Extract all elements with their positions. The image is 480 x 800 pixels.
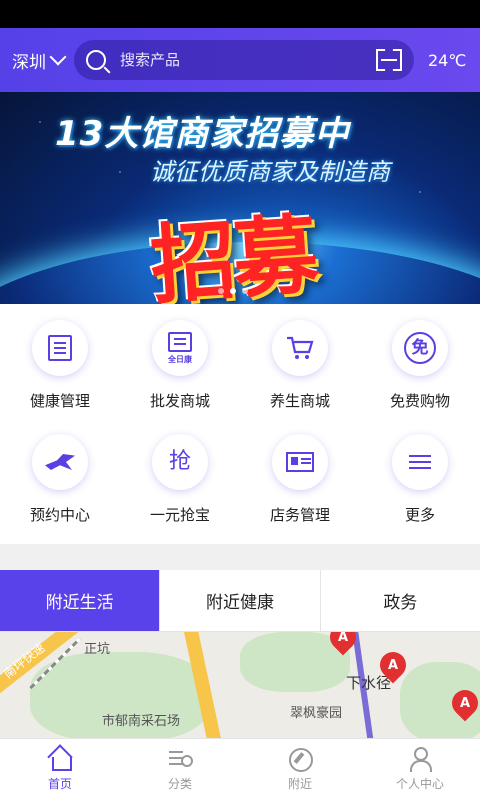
service-icon-circle: 免 xyxy=(392,320,448,376)
service-label: 养生商城 xyxy=(269,392,330,410)
compass-icon xyxy=(287,747,313,772)
tab-nearby-health[interactable]: 附近健康 xyxy=(160,570,321,631)
nav-category[interactable]: 分类 xyxy=(120,739,240,800)
tab-government-affairs[interactable]: 政务 xyxy=(320,570,480,631)
free-icon: 免 xyxy=(404,332,436,364)
search-icon xyxy=(86,50,106,70)
service-one-yuan-grab[interactable]: 抢 一元抢宝 xyxy=(120,434,240,548)
category-icon xyxy=(167,747,193,771)
nav-nearby[interactable]: 附近 xyxy=(240,739,360,800)
service-label: 批发商城 xyxy=(149,392,210,410)
banner-title: 13大馆商家招募中 xyxy=(55,114,350,154)
search-bar[interactable] xyxy=(74,40,414,80)
home-icon xyxy=(47,747,73,771)
banner-dot[interactable] xyxy=(218,288,224,294)
cart-icon xyxy=(287,336,314,359)
top-bar: 深圳 24℃ xyxy=(0,28,480,92)
service-label: 健康管理 xyxy=(29,392,90,410)
status-bar xyxy=(0,0,480,28)
banner-pagination xyxy=(218,288,248,294)
section-divider xyxy=(0,544,480,570)
banner-subtitle: 诚征优质商家及制造商 xyxy=(150,158,390,186)
user-icon xyxy=(407,747,433,772)
service-appointment-center[interactable]: 预约中心 xyxy=(0,434,120,548)
service-label: 免费购物 xyxy=(389,392,450,410)
service-icon-circle: 抢 xyxy=(152,434,208,490)
service-icon-circle xyxy=(392,434,448,490)
map-pin-icon[interactable]: A xyxy=(374,646,412,684)
map-place-label: 市郁南采石场 xyxy=(102,714,181,729)
nav-profile[interactable]: 个人中心 xyxy=(360,739,480,800)
weather-temperature: 24℃ xyxy=(428,50,467,70)
nav-label: 分类 xyxy=(167,777,192,791)
service-label: 预约中心 xyxy=(29,506,90,524)
service-icon-circle xyxy=(32,320,88,376)
wholesale-icon xyxy=(168,331,192,352)
service-wellness-mall[interactable]: 养生商城 xyxy=(240,320,360,434)
document-icon xyxy=(48,335,72,361)
service-label: 更多 xyxy=(404,506,435,524)
service-icon-circle xyxy=(272,320,328,376)
bottom-navigation: 首页 分类 附近 个人中心 xyxy=(0,738,480,800)
nav-label: 首页 xyxy=(47,777,72,791)
promo-banner[interactable]: 13大馆商家招募中 诚征优质商家及制造商 招募 xyxy=(0,92,480,304)
service-health-management[interactable]: 健康管理 xyxy=(0,320,120,434)
service-label: 一元抢宝 xyxy=(149,506,210,524)
service-store-management[interactable]: 店务管理 xyxy=(240,434,360,548)
tab-nearby-life[interactable]: 附近生活 xyxy=(0,570,161,631)
city-selector[interactable]: 深圳 xyxy=(12,48,67,73)
service-free-shopping[interactable]: 免 免费购物 xyxy=(360,320,480,434)
search-input[interactable] xyxy=(120,51,376,69)
map-place-label: 翠枫豪园 xyxy=(290,706,343,721)
map-pin-icon[interactable]: A xyxy=(446,684,480,722)
service-grid: 健康管理 全日康 批发商城 养生商城 免 免费购物 预约中心 抢 一元抢宝 店务… xyxy=(0,304,480,544)
scan-icon[interactable] xyxy=(376,49,402,71)
banner-dot-active[interactable] xyxy=(230,288,236,294)
nav-label: 附近 xyxy=(287,777,312,791)
service-icon-circle: 全日康 xyxy=(152,320,208,376)
list-icon xyxy=(409,451,431,473)
nav-label: 个人中心 xyxy=(395,777,444,791)
wholesale-icon-text: 全日康 xyxy=(168,354,192,364)
banner-dot[interactable] xyxy=(242,288,248,294)
chevron-down-icon xyxy=(49,48,67,66)
appointment-icon xyxy=(45,454,75,470)
service-more[interactable]: 更多 xyxy=(360,434,480,548)
grab-icon: 抢 xyxy=(168,449,191,474)
nav-home[interactable]: 首页 xyxy=(0,739,120,800)
nearby-map[interactable]: 南坪快速 正坑 市郁南采石场 下水径 翠枫豪园 A A A xyxy=(0,632,480,738)
service-icon-circle xyxy=(32,434,88,490)
service-wholesale-mall[interactable]: 全日康 批发商城 xyxy=(120,320,240,434)
city-label: 深圳 xyxy=(12,52,46,73)
nearby-tabs: 附近生活 附近健康 政务 xyxy=(0,570,480,632)
service-label: 店务管理 xyxy=(269,506,330,524)
service-icon-circle xyxy=(272,434,328,490)
store-card-icon xyxy=(286,452,314,472)
map-place-label: 正坑 xyxy=(84,642,111,657)
banner-headline: 招募 xyxy=(147,205,318,304)
